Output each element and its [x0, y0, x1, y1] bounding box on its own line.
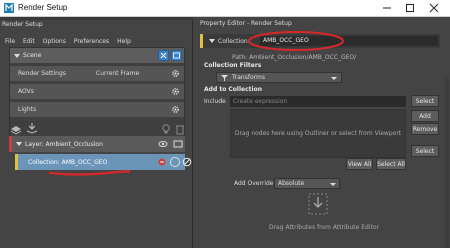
chevron-down-icon	[330, 183, 336, 186]
gear-icon[interactable]	[171, 69, 180, 78]
render-setup-panel: Render Setup File Edit Options Preferenc…	[0, 17, 193, 248]
lights-label: Lights	[18, 106, 37, 113]
light-bulb-icon[interactable]	[160, 123, 172, 135]
menu-bar: File Edit Options Preferences Help	[0, 34, 193, 48]
collection-path: Path: Ambient_Occlusion/AMB_OCC_GEO/	[232, 54, 356, 61]
import-icon[interactable]	[26, 122, 38, 134]
scrollbar[interactable]	[445, 77, 449, 247]
close-icon	[429, 3, 439, 13]
maya-logo-icon	[4, 3, 14, 13]
enable-toggle-icon[interactable]	[170, 157, 180, 167]
chevron-down-icon	[331, 77, 337, 80]
property-editor-panel: Property Editor - Render Setup Collectio…	[194, 17, 450, 248]
drop-area-hint: Drag nodes here using Outliner or select…	[234, 130, 402, 137]
filters-heading: Collection Filters	[204, 62, 262, 69]
collection-name-label: Collection:	[218, 37, 250, 45]
aovs-row[interactable]: AOVs	[10, 84, 184, 99]
select-nodes-button[interactable]: Select	[411, 145, 439, 157]
render-settings-value: Current Frame	[96, 70, 140, 77]
scene-header[interactable]: Scene	[10, 48, 184, 63]
minimize-button[interactable]	[379, 1, 395, 15]
render-view-icon[interactable]	[173, 139, 183, 149]
collection-row[interactable]: Collection: AMB_OCC_GEO	[15, 154, 192, 170]
add-override-label: Add Override	[234, 180, 274, 187]
maximize-button[interactable]	[402, 1, 418, 15]
window-titlebar: Render Setup	[0, 0, 450, 17]
include-label: Include	[204, 98, 226, 105]
filter-dropdown[interactable]: Transforms	[216, 72, 342, 83]
layer-label: Layer: Ambient_Occlusion	[25, 140, 103, 148]
drop-nodes-area[interactable]: Drag nodes here using Outliner or select…	[230, 109, 406, 158]
lights-row[interactable]: Lights	[10, 102, 184, 117]
add-button[interactable]: Add	[411, 110, 439, 122]
remove-button[interactable]: Remove	[411, 123, 439, 135]
minimize-icon	[383, 7, 391, 9]
gear-icon[interactable]	[171, 105, 180, 114]
filter-value: Transforms	[232, 74, 265, 81]
collapse-arrow-icon[interactable]	[14, 53, 20, 58]
drag-drop-icon	[308, 193, 328, 215]
panel-tab-strip	[0, 17, 193, 20]
property-editor-title: Property Editor - Render Setup	[200, 19, 292, 27]
override-type-select[interactable]: Absolute	[274, 178, 340, 189]
render-view-button[interactable]	[171, 50, 182, 61]
menu-preferences[interactable]: Preferences	[74, 38, 109, 45]
aovs-label: AOVs	[18, 88, 34, 95]
panel-tab-title: Render Setup	[2, 21, 43, 28]
drag-attributes-hint: Drag Attributes from Attribute Editor	[268, 224, 380, 231]
close-button[interactable]	[426, 1, 442, 15]
annotation-circle	[248, 31, 344, 51]
add-to-collection-heading: Add to Collection	[204, 86, 262, 93]
expand-arrow-icon[interactable]	[16, 142, 22, 146]
close-icon	[160, 52, 167, 59]
isolate-icon[interactable]	[157, 157, 167, 167]
render-settings-label: Render Settings	[18, 70, 66, 77]
annotation-underline	[48, 170, 130, 176]
disable-icon[interactable]	[182, 157, 192, 167]
filter-icon	[221, 74, 228, 81]
menu-edit[interactable]: Edit	[23, 38, 35, 45]
include-expression-input[interactable]: Create expression	[230, 96, 406, 107]
x-toggle-button[interactable]	[158, 50, 169, 61]
gear-icon[interactable]	[171, 87, 180, 96]
view-all-button[interactable]: View All	[346, 158, 373, 170]
window-title: Render Setup	[18, 3, 68, 12]
select-all-button[interactable]: Select All	[376, 158, 406, 170]
collapse-arrow-icon[interactable]	[209, 39, 215, 43]
menu-file[interactable]: File	[5, 38, 15, 45]
visibility-icon[interactable]	[158, 139, 168, 149]
scene-header-label: Scene	[23, 52, 42, 59]
render-icon	[173, 52, 180, 59]
render-settings-row[interactable]: Render Settings Current Frame	[10, 66, 184, 81]
delete-icon[interactable]	[174, 123, 186, 135]
maximize-icon	[406, 4, 414, 12]
menu-help[interactable]: Help	[117, 38, 131, 45]
path-label: Path:	[232, 54, 248, 61]
collection-label: Collection: AMB_OCC_GEO	[28, 158, 108, 166]
path-value: Ambient_Occlusion/AMB_OCC_GEO/	[249, 54, 357, 61]
layer-row[interactable]: Layer: Ambient_Occlusion	[9, 136, 185, 152]
create-layer-icon[interactable]	[10, 123, 22, 135]
override-type-value: Absolute	[278, 180, 305, 187]
select-expression-button[interactable]: Select	[411, 95, 439, 107]
menu-options[interactable]: Options	[43, 38, 66, 45]
